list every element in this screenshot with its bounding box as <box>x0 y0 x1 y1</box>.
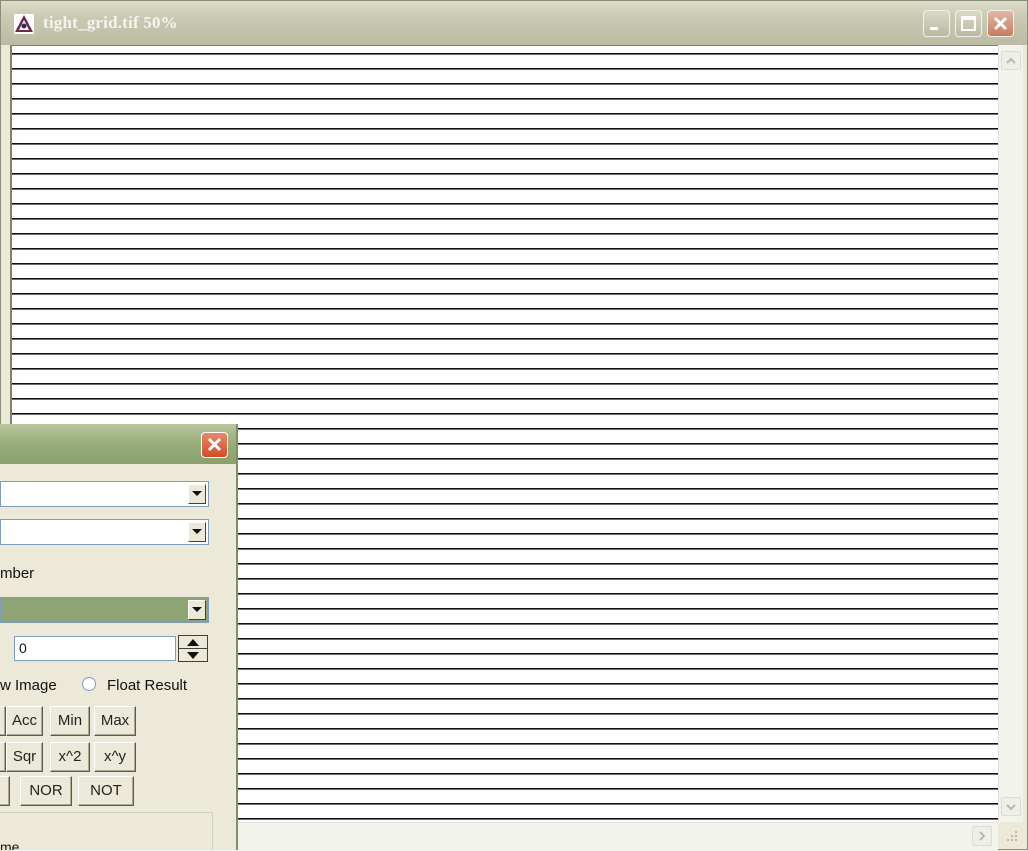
x-squared-button[interactable]: x^2 <box>50 742 90 772</box>
new-image-label[interactable]: w Image <box>0 677 57 694</box>
grid-line <box>12 173 1000 175</box>
operation-select[interactable] <box>0 597 209 623</box>
image2-select[interactable] <box>0 519 209 545</box>
image-calculator-dialog: mber 0 w Image Float Result Acc Min Max … <box>0 424 238 850</box>
dropdown-arrow[interactable] <box>188 484 206 504</box>
sqr-button[interactable]: Sqr <box>6 742 43 772</box>
window-title: tight_grid.tif 50% <box>43 13 178 32</box>
float-result-label[interactable]: Float Result <box>107 677 187 694</box>
grid-line <box>12 83 1000 85</box>
op-button-partial[interactable] <box>0 776 10 806</box>
dropdown-arrow[interactable] <box>188 600 206 620</box>
chevron-down-icon <box>192 529 202 534</box>
chevron-down-icon <box>192 607 202 612</box>
spinner-down-button[interactable] <box>179 649 207 661</box>
minimize-button[interactable] <box>923 10 950 37</box>
chevron-up-icon <box>1006 57 1016 64</box>
vertical-scrollbar[interactable] <box>998 45 1023 822</box>
grid-line <box>12 188 1000 190</box>
image1-select[interactable] <box>0 481 209 507</box>
grid-line <box>12 353 1000 355</box>
options-groupbox <box>0 812 213 850</box>
triangle-down-icon <box>187 652 199 659</box>
grid-line <box>12 143 1000 145</box>
scroll-right-button[interactable] <box>972 826 992 846</box>
grid-line <box>12 413 1000 415</box>
nor-button[interactable]: NOR <box>20 776 72 806</box>
acc-button[interactable]: Acc <box>6 706 43 736</box>
grid-line <box>12 233 1000 235</box>
number-spinner[interactable] <box>178 635 208 662</box>
spinner-up-button[interactable] <box>179 636 207 649</box>
grid-line <box>12 308 1000 310</box>
grid-line <box>12 248 1000 250</box>
chevron-down-icon <box>192 491 202 496</box>
not-button[interactable]: NOT <box>78 776 134 806</box>
grid-line <box>12 113 1000 115</box>
grid-line <box>12 368 1000 370</box>
minimize-icon <box>930 27 938 30</box>
scroll-down-button[interactable] <box>1001 797 1021 816</box>
image-window-titlebar[interactable]: tight_grid.tif 50% <box>1 1 1027 45</box>
resize-grip-icon[interactable] <box>999 825 1021 847</box>
scroll-up-button[interactable] <box>1001 51 1021 70</box>
close-icon <box>207 437 222 452</box>
calculator-close-button[interactable] <box>201 432 228 458</box>
chevron-right-icon <box>979 831 986 841</box>
app-logo-icon <box>14 14 34 34</box>
grid-line <box>12 293 1000 295</box>
dropdown-arrow[interactable] <box>188 522 206 542</box>
maximize-icon <box>961 16 976 31</box>
close-icon <box>993 16 1008 31</box>
grid-line <box>12 398 1000 400</box>
grid-line <box>12 338 1000 340</box>
x-pow-y-button[interactable]: x^y <box>94 742 136 772</box>
grid-line <box>12 98 1000 100</box>
chevron-down-icon <box>1006 804 1016 811</box>
close-button[interactable] <box>987 10 1014 37</box>
number-label: mber <box>0 565 35 582</box>
grid-line <box>12 278 1000 280</box>
grid-line <box>12 383 1000 385</box>
grid-line <box>12 263 1000 265</box>
number-input[interactable]: 0 <box>14 636 176 661</box>
maximize-button[interactable] <box>955 10 982 37</box>
max-button[interactable]: Max <box>94 706 136 736</box>
min-button[interactable]: Min <box>50 706 90 736</box>
grid-line <box>12 218 1000 220</box>
bottom-label-partial: me <box>0 839 20 850</box>
grid-line <box>12 158 1000 160</box>
grid-line <box>12 53 1000 55</box>
grid-line <box>12 203 1000 205</box>
grid-line <box>12 68 1000 70</box>
float-result-radio[interactable] <box>82 677 96 691</box>
triangle-up-icon <box>187 639 199 646</box>
grid-line <box>12 128 1000 130</box>
calculator-titlebar[interactable] <box>0 424 236 464</box>
grid-line <box>12 323 1000 325</box>
